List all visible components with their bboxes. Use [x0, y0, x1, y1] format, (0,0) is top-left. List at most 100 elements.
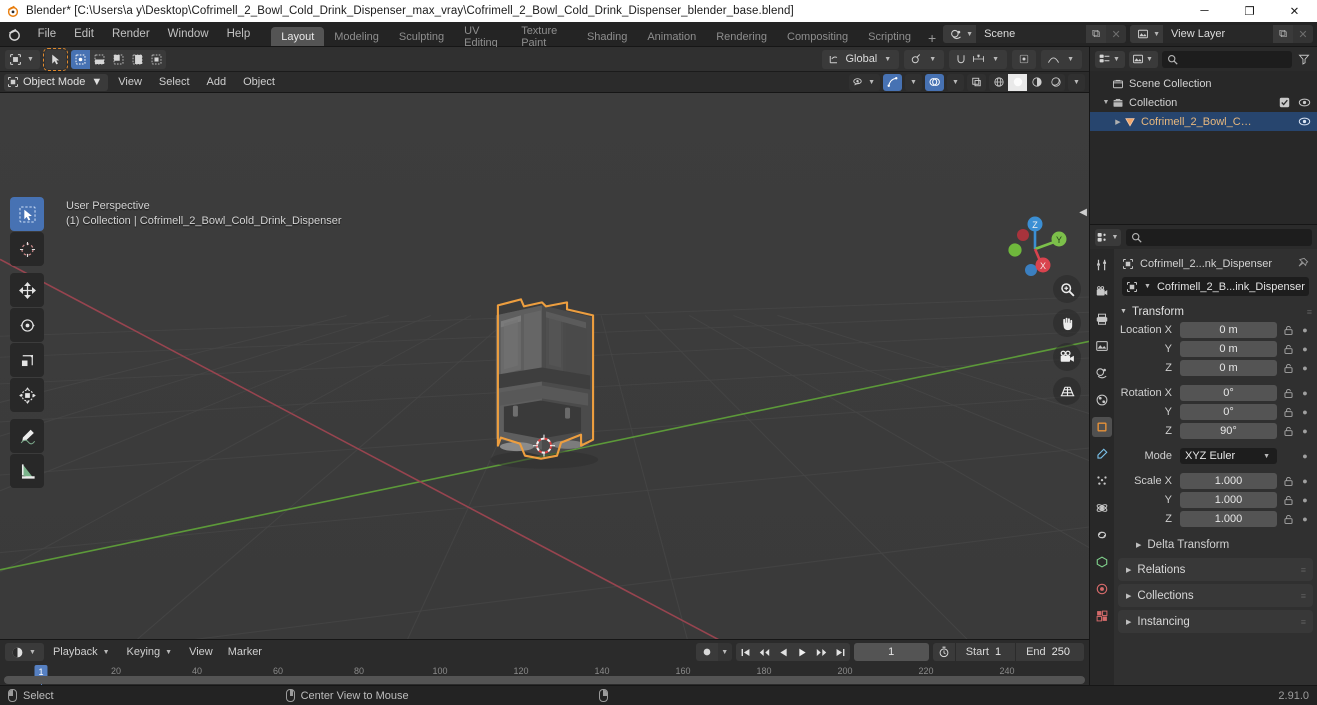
- location-z-field[interactable]: 0 m: [1180, 360, 1277, 376]
- material-tab[interactable]: [1092, 579, 1112, 599]
- tab-rendering[interactable]: Rendering: [706, 27, 777, 46]
- proportional-falloff-dropdown[interactable]: ▼: [1041, 49, 1082, 69]
- tab-compositing[interactable]: Compositing: [777, 27, 858, 46]
- camera-icon[interactable]: [1053, 343, 1081, 371]
- outliner-display-mode-button[interactable]: ▼: [1128, 50, 1158, 68]
- select-intersect-icon[interactable]: [147, 50, 166, 69]
- xray-toggle[interactable]: [967, 73, 986, 91]
- rotation-z-animate-dot[interactable]: ●: [1299, 426, 1311, 436]
- collections-panel[interactable]: ▶ Collections ≡: [1118, 584, 1313, 607]
- shading-dropdown[interactable]: ▼: [1068, 73, 1085, 91]
- physics-tab[interactable]: [1092, 498, 1112, 518]
- scale-y-field[interactable]: 1.000: [1180, 492, 1277, 508]
- particles-tab[interactable]: [1092, 471, 1112, 491]
- rotation-z-lock-icon[interactable]: [1281, 426, 1295, 437]
- menu-help[interactable]: Help: [218, 22, 260, 47]
- snap-pivot-dropdown[interactable]: ▼: [904, 49, 945, 69]
- select-tool-button[interactable]: [42, 47, 68, 71]
- move-tool-button[interactable]: [10, 273, 44, 307]
- scale-x-field[interactable]: 1.000: [1180, 473, 1277, 489]
- editor-type-button[interactable]: ▼: [5, 49, 40, 69]
- remove-scene-button[interactable]: ✕: [1106, 25, 1127, 43]
- output-tab[interactable]: [1092, 309, 1112, 329]
- scale-y-lock-icon[interactable]: [1281, 495, 1295, 506]
- scene-tab[interactable]: [1092, 363, 1112, 383]
- zoom-icon[interactable]: [1053, 275, 1081, 303]
- location-x-lock-icon[interactable]: [1281, 325, 1295, 336]
- tab-layout[interactable]: Layout: [271, 27, 325, 46]
- measure-tool-button[interactable]: [10, 454, 44, 488]
- eye-icon-object[interactable]: [1298, 116, 1311, 127]
- use-preview-range-icon[interactable]: [933, 646, 955, 658]
- select-invert-icon[interactable]: [128, 50, 147, 69]
- transform-panel-header[interactable]: ▼ Transform ≡: [1114, 302, 1317, 321]
- outliner-search-input[interactable]: [1161, 50, 1292, 68]
- location-z-animate-dot[interactable]: ●: [1299, 363, 1311, 373]
- location-y-animate-dot[interactable]: ●: [1299, 344, 1311, 354]
- annotate-tool-button[interactable]: [10, 419, 44, 453]
- data-tab[interactable]: [1092, 552, 1112, 572]
- tool-tab[interactable]: [1092, 255, 1112, 275]
- play-reverse-button[interactable]: [774, 643, 793, 661]
- gizmo-dropdown[interactable]: ▼: [905, 73, 922, 91]
- rotation-x-animate-dot[interactable]: ●: [1299, 388, 1311, 398]
- scale-z-lock-icon[interactable]: [1281, 514, 1295, 525]
- rotation-y-lock-icon[interactable]: [1281, 407, 1295, 418]
- view-layer-selector[interactable]: ▼ View Layer ⧉ ✕: [1130, 25, 1313, 43]
- rotate-tool-button[interactable]: [10, 308, 44, 342]
- next-keyframe-button[interactable]: [812, 643, 831, 661]
- shading-solid-icon[interactable]: [1008, 73, 1027, 91]
- grid-perspective-icon[interactable]: [1053, 377, 1081, 405]
- world-tab[interactable]: [1092, 390, 1112, 410]
- outliner-editor-type-button[interactable]: ▼: [1095, 50, 1125, 68]
- previous-keyframe-button[interactable]: [755, 643, 774, 661]
- menu-edit[interactable]: Edit: [65, 22, 103, 47]
- viewport-sidebar-expand-icon[interactable]: ◀: [1079, 207, 1087, 218]
- collection-tri-icon[interactable]: ▼: [1100, 99, 1112, 106]
- object-mode-dropdown[interactable]: Object Mode ▼: [4, 73, 109, 91]
- menu-file[interactable]: File: [29, 22, 66, 47]
- timeline-menu-marker[interactable]: Marker: [222, 643, 268, 661]
- pin-icon[interactable]: [1297, 257, 1309, 272]
- 3d-viewport[interactable]: User Perspective (1) Collection | Cofrim…: [0, 93, 1089, 639]
- timeline-menu-view[interactable]: View: [183, 643, 219, 661]
- location-x-field[interactable]: 0 m: [1180, 322, 1277, 338]
- start-frame-value[interactable]: 1: [995, 646, 1015, 658]
- outliner-row-collection[interactable]: ▼ Collection: [1090, 93, 1317, 112]
- location-y-lock-icon[interactable]: [1281, 344, 1295, 355]
- rotation-mode-dropdown[interactable]: XYZ Euler ▼: [1180, 448, 1277, 464]
- snap-controls[interactable]: ▼: [949, 49, 1008, 69]
- tab-modeling[interactable]: Modeling: [324, 27, 389, 46]
- select-subtract-icon[interactable]: [109, 50, 128, 69]
- location-y-field[interactable]: 0 m: [1180, 341, 1277, 357]
- location-z-lock-icon[interactable]: [1281, 363, 1295, 374]
- maximize-button[interactable]: ❐: [1227, 0, 1272, 22]
- rotation-y-field[interactable]: 0°: [1180, 404, 1277, 420]
- close-button[interactable]: ✕: [1272, 0, 1317, 22]
- object-name-chevron-down-icon[interactable]: ▼: [1142, 283, 1153, 290]
- texture-tab[interactable]: [1092, 606, 1112, 626]
- outliner-row-object[interactable]: ▶ Cofrimell_2_Bowl_C…: [1090, 112, 1317, 131]
- menu-render[interactable]: Render: [103, 22, 159, 47]
- add-workspace-button[interactable]: +: [921, 30, 943, 46]
- shading-rendered-icon[interactable]: [1046, 74, 1065, 91]
- tab-animation[interactable]: Animation: [637, 27, 706, 46]
- auto-keying-toggle[interactable]: [695, 643, 718, 661]
- properties-search-input[interactable]: [1126, 228, 1312, 246]
- timeline-editor-type-button[interactable]: ▼: [5, 643, 44, 661]
- checkbox-icon[interactable]: [1279, 97, 1290, 108]
- scale-x-animate-dot[interactable]: ●: [1299, 476, 1311, 486]
- instancing-panel[interactable]: ▶ Instancing ≡: [1118, 610, 1313, 633]
- constraints-tab[interactable]: [1092, 525, 1112, 545]
- view-layer-tab[interactable]: [1092, 336, 1112, 356]
- rotation-y-animate-dot[interactable]: ●: [1299, 407, 1311, 417]
- gizmo-toggle[interactable]: [883, 73, 902, 91]
- shading-material-icon[interactable]: [1027, 74, 1046, 91]
- proportional-editing-toggle[interactable]: [1012, 49, 1037, 69]
- viewport-menu-select[interactable]: Select: [152, 74, 197, 91]
- scene-selector[interactable]: ▼ Scene ⧉ ✕: [943, 25, 1127, 43]
- rotation-x-field[interactable]: 0°: [1180, 385, 1277, 401]
- viewport-menu-view[interactable]: View: [111, 74, 149, 91]
- scale-z-animate-dot[interactable]: ●: [1299, 514, 1311, 524]
- play-button[interactable]: [793, 643, 812, 661]
